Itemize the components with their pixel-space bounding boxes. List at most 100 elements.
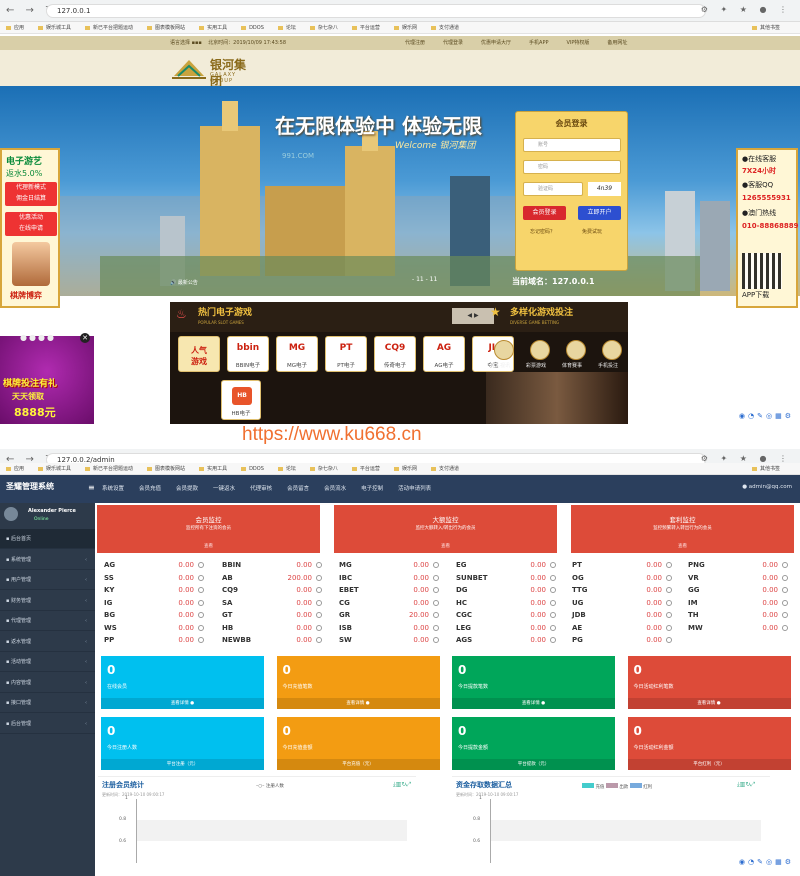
refresh-icon[interactable]: [550, 624, 556, 631]
sidebar-item[interactable]: ▪ 后台首页: [0, 529, 95, 549]
refresh-icon[interactable]: [433, 612, 439, 618]
prev-next-arrows[interactable]: ◀ ▶: [452, 308, 494, 324]
bookmark-item[interactable]: 论坛: [278, 466, 296, 472]
bookmark-item[interactable]: 实用工具: [199, 25, 227, 31]
refresh-icon[interactable]: [782, 574, 788, 581]
stat-footer-link[interactable]: 平台注册（元）: [101, 759, 264, 770]
game-category-label[interactable]: 体育赛事: [562, 362, 582, 369]
bookmark-item[interactable]: DDOS: [241, 25, 264, 31]
refresh-icon[interactable]: [782, 624, 788, 631]
sidebar-item[interactable]: ▪ 返水管理 ‹: [0, 632, 95, 652]
refresh-icon[interactable]: [316, 574, 322, 581]
bottom-toolbar-icons[interactable]: ◉◔✎◎▦⚙: [739, 412, 794, 420]
stat-box[interactable]: 0 今日注册人数 平台注册（元）: [101, 717, 264, 770]
refresh-icon[interactable]: [550, 574, 556, 581]
stat-box[interactable]: 0 今日充值金额 平台充值（元）: [276, 717, 440, 770]
top-link[interactable]: 手机APP: [529, 40, 548, 46]
right-float-item[interactable]: 010-88868889: [742, 222, 798, 230]
refresh-icon[interactable]: [666, 587, 672, 593]
stat-box[interactable]: 0 今日提款笔数 查看详情 ●: [452, 656, 615, 709]
refresh-icon[interactable]: [316, 587, 322, 593]
top-menu-item[interactable]: 会员充值: [139, 486, 161, 492]
refresh-icon[interactable]: [198, 599, 204, 606]
top-menu-item[interactable]: 活动申请列表: [398, 486, 431, 492]
refresh-icon[interactable]: [316, 637, 322, 643]
hb-game-tab[interactable]: HB HB电子: [221, 380, 261, 420]
browser-action-icons[interactable]: ⚙ ✦ ★ ● ⋮: [701, 5, 792, 14]
bookmark-item[interactable]: 图表模板网站: [147, 466, 185, 472]
captcha-image[interactable]: 4n39: [588, 182, 621, 196]
right-float-item[interactable]: ●在线客服: [742, 154, 776, 164]
left-float-panel[interactable]: 电子游艺 返水5.0% 代理新模式 佣金日结算 优惠活动 在线申请 棋牌博弈: [0, 148, 60, 308]
chart1-tools-icon[interactable]: ⤓▥↻⤢: [393, 781, 411, 789]
right-float-item[interactable]: 7X24小时: [742, 166, 776, 176]
game-category-label[interactable]: 真人视讯: [490, 362, 510, 369]
refresh-icon[interactable]: [550, 587, 556, 593]
refresh-icon[interactable]: [666, 612, 672, 618]
bookmark-item[interactable]: 支付通道: [431, 25, 459, 31]
close-icon[interactable]: ✕: [80, 333, 90, 343]
address-bar[interactable]: 127.0.0.1: [46, 4, 706, 18]
game-category-icon[interactable]: [530, 340, 550, 360]
bookmark-item[interactable]: 图表模板网站: [147, 25, 185, 31]
stat-box[interactable]: 0 今日活动红利笔数 查看详情 ●: [627, 656, 791, 709]
refresh-icon[interactable]: [433, 587, 439, 593]
refresh-icon[interactable]: [782, 612, 788, 618]
forgot-password-link[interactable]: 忘记密码？: [530, 228, 555, 235]
register-button[interactable]: 立即开户: [578, 206, 621, 220]
refresh-icon[interactable]: [782, 587, 788, 593]
bookmark-item[interactable]: 新已平台把题运动: [85, 25, 133, 31]
game-tab[interactable]: bbin BBIN电子: [227, 336, 269, 372]
top-link[interactable]: 优惠申请大厅: [481, 40, 511, 46]
carousel-dots[interactable]: ●●●●: [20, 333, 56, 342]
top-menu-item[interactable]: 会员留言: [287, 486, 309, 492]
stat-footer-link[interactable]: 查看详情 ●: [452, 698, 615, 709]
admin-user[interactable]: ● admin@qq.com: [742, 484, 792, 490]
captcha-input[interactable]: 验证码: [523, 182, 583, 196]
browser-action-icons-2[interactable]: ⚙ ✦ ★ ● ⋮: [701, 454, 792, 463]
sidebar-item[interactable]: ▪ 用户管理 ‹: [0, 570, 95, 590]
right-float-panel[interactable]: ●在线客服 7X24小时 ●客服QQ 1265555931 ●澳门热线 010-88868…: [736, 148, 798, 308]
refresh-icon[interactable]: [550, 637, 556, 643]
monitor-panel[interactable]: 会员监控 监控所有下注资的会员 查看: [97, 505, 320, 553]
bookmark-item[interactable]: DDOS: [241, 466, 264, 472]
bookmark-item[interactable]: 应用: [6, 25, 24, 31]
panel-footer[interactable]: 查看: [571, 543, 794, 549]
stat-footer-link[interactable]: 平台红利（元）: [627, 759, 791, 770]
free-trial-link[interactable]: 免费试玩: [582, 228, 602, 235]
game-tab[interactable]: MG MG电子: [276, 336, 318, 372]
monitor-panel[interactable]: 大额监控 监控大额转入/转出行为的会员 查看: [334, 505, 557, 553]
other-bookmarks[interactable]: 其他书签: [752, 22, 780, 33]
refresh-icon[interactable]: [433, 637, 439, 643]
refresh-icon[interactable]: [433, 624, 439, 631]
refresh-icon[interactable]: [198, 624, 204, 631]
other-bookmarks[interactable]: 其他书签: [752, 463, 780, 474]
refresh-icon[interactable]: [433, 599, 439, 606]
refresh-icon[interactable]: [198, 574, 204, 581]
sidebar-item[interactable]: ▪ 代理管理 ‹: [0, 611, 95, 631]
notice-marquee[interactable]: 🔊 最新公告: [170, 279, 198, 286]
chart2-tools-icon[interactable]: ⤓▥↻⤢: [737, 781, 755, 789]
chart2-legend[interactable]: 充值 出款 红利: [582, 783, 652, 790]
bookmark-item[interactable]: 娱乐网: [394, 466, 417, 472]
bookmark-item[interactable]: 杂七杂八: [310, 25, 338, 31]
login-button[interactable]: 会员登录: [523, 206, 566, 220]
refresh-icon[interactable]: [316, 562, 322, 568]
agent-promo[interactable]: 代理新模式 佣金日结算: [5, 182, 57, 206]
refresh-icon[interactable]: [782, 562, 788, 568]
language-select[interactable]: 语言选择 ▪▪▪ 北京时间：2019/10/09 17:43:58: [170, 36, 286, 50]
top-link[interactable]: 代理注册: [405, 40, 425, 46]
stat-footer-link[interactable]: 平台充值（元）: [276, 759, 440, 770]
bookmark-item[interactable]: 新已平台把题运动: [85, 466, 133, 472]
stat-box[interactable]: 0 今日充值笔数 查看详情 ●: [276, 656, 440, 709]
refresh-icon[interactable]: [433, 574, 439, 581]
stat-box[interactable]: 0 今日活动红利金额 平台红利（元）: [627, 717, 791, 770]
promo-popup[interactable]: 棋牌投注有礼 天天领取 8888元: [0, 336, 94, 424]
bookmark-item[interactable]: 杂七杂八: [310, 466, 338, 472]
stat-box[interactable]: 0 在线会员 查看详情 ●: [101, 656, 264, 709]
game-tab[interactable]: PT PT电子: [325, 336, 367, 372]
panel-footer[interactable]: 查看: [97, 543, 320, 549]
right-float-item[interactable]: 1265555931: [742, 194, 791, 202]
bookmark-item[interactable]: 平台运营: [352, 466, 380, 472]
refresh-icon[interactable]: [433, 562, 439, 568]
